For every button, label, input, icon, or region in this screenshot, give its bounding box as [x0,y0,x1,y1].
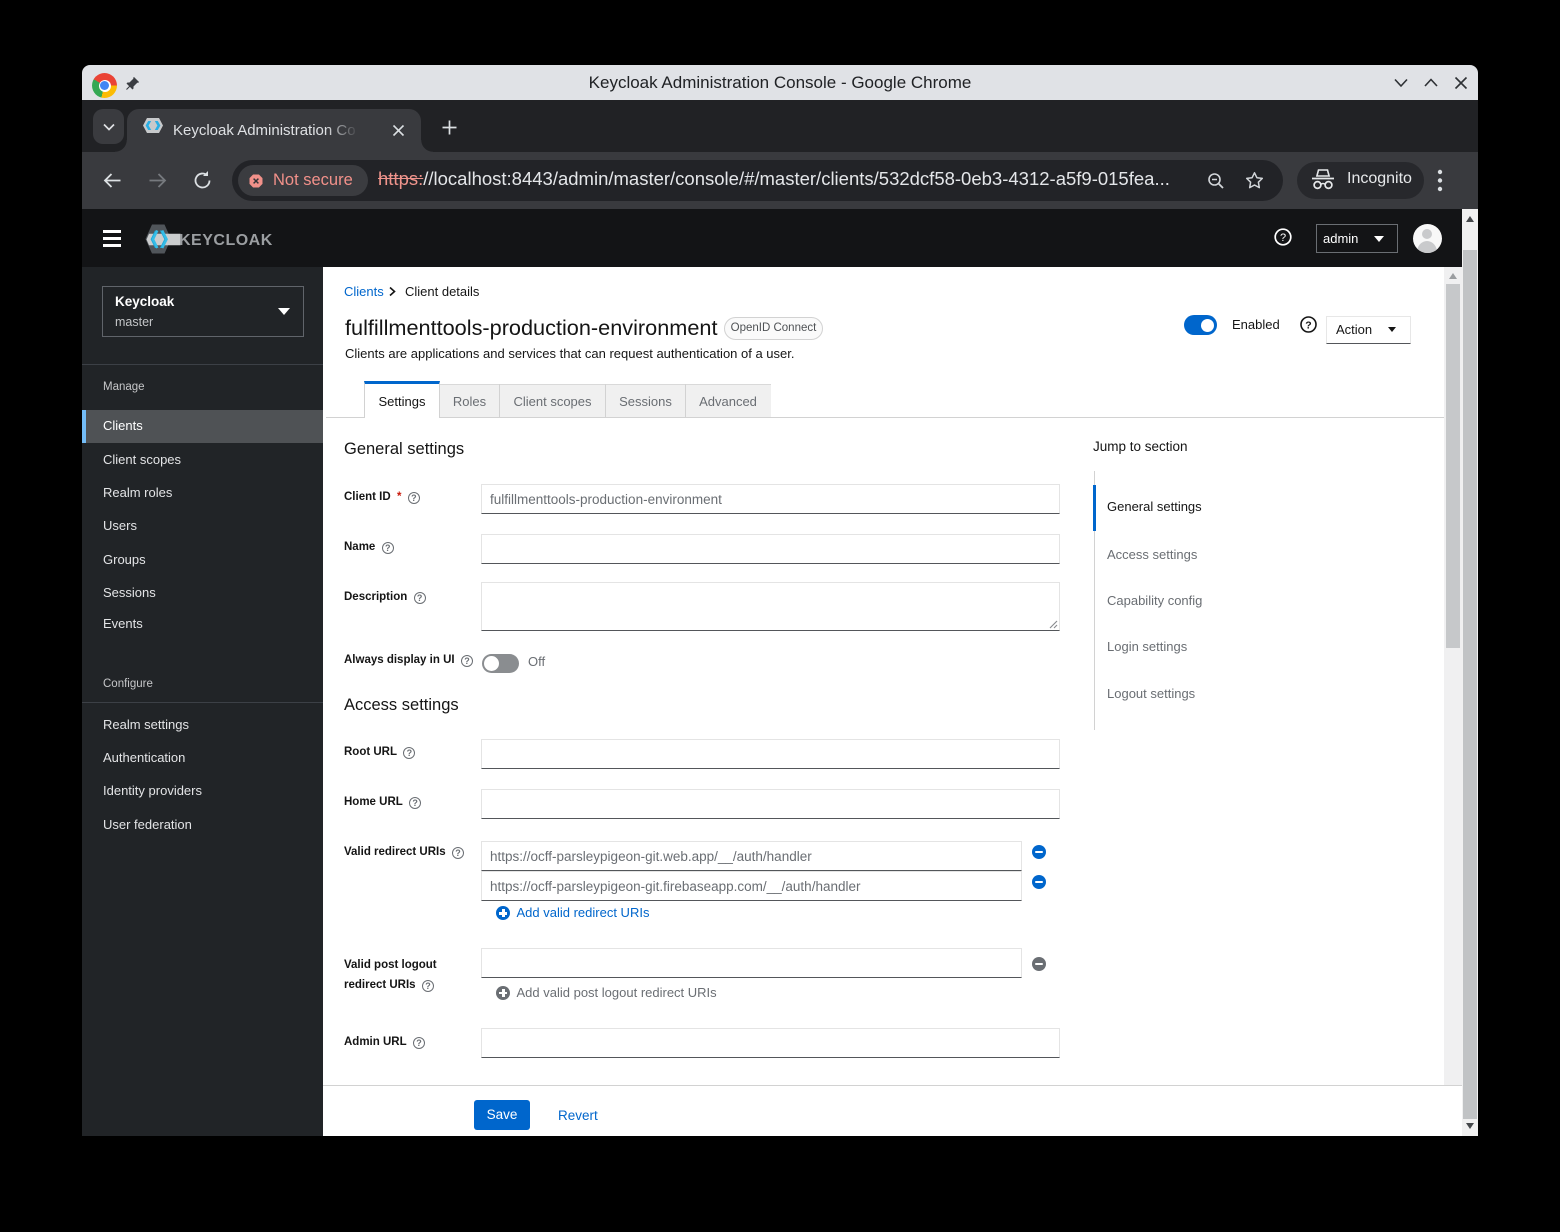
svg-text:?: ? [1280,232,1286,244]
svg-text:?: ? [1305,320,1311,332]
